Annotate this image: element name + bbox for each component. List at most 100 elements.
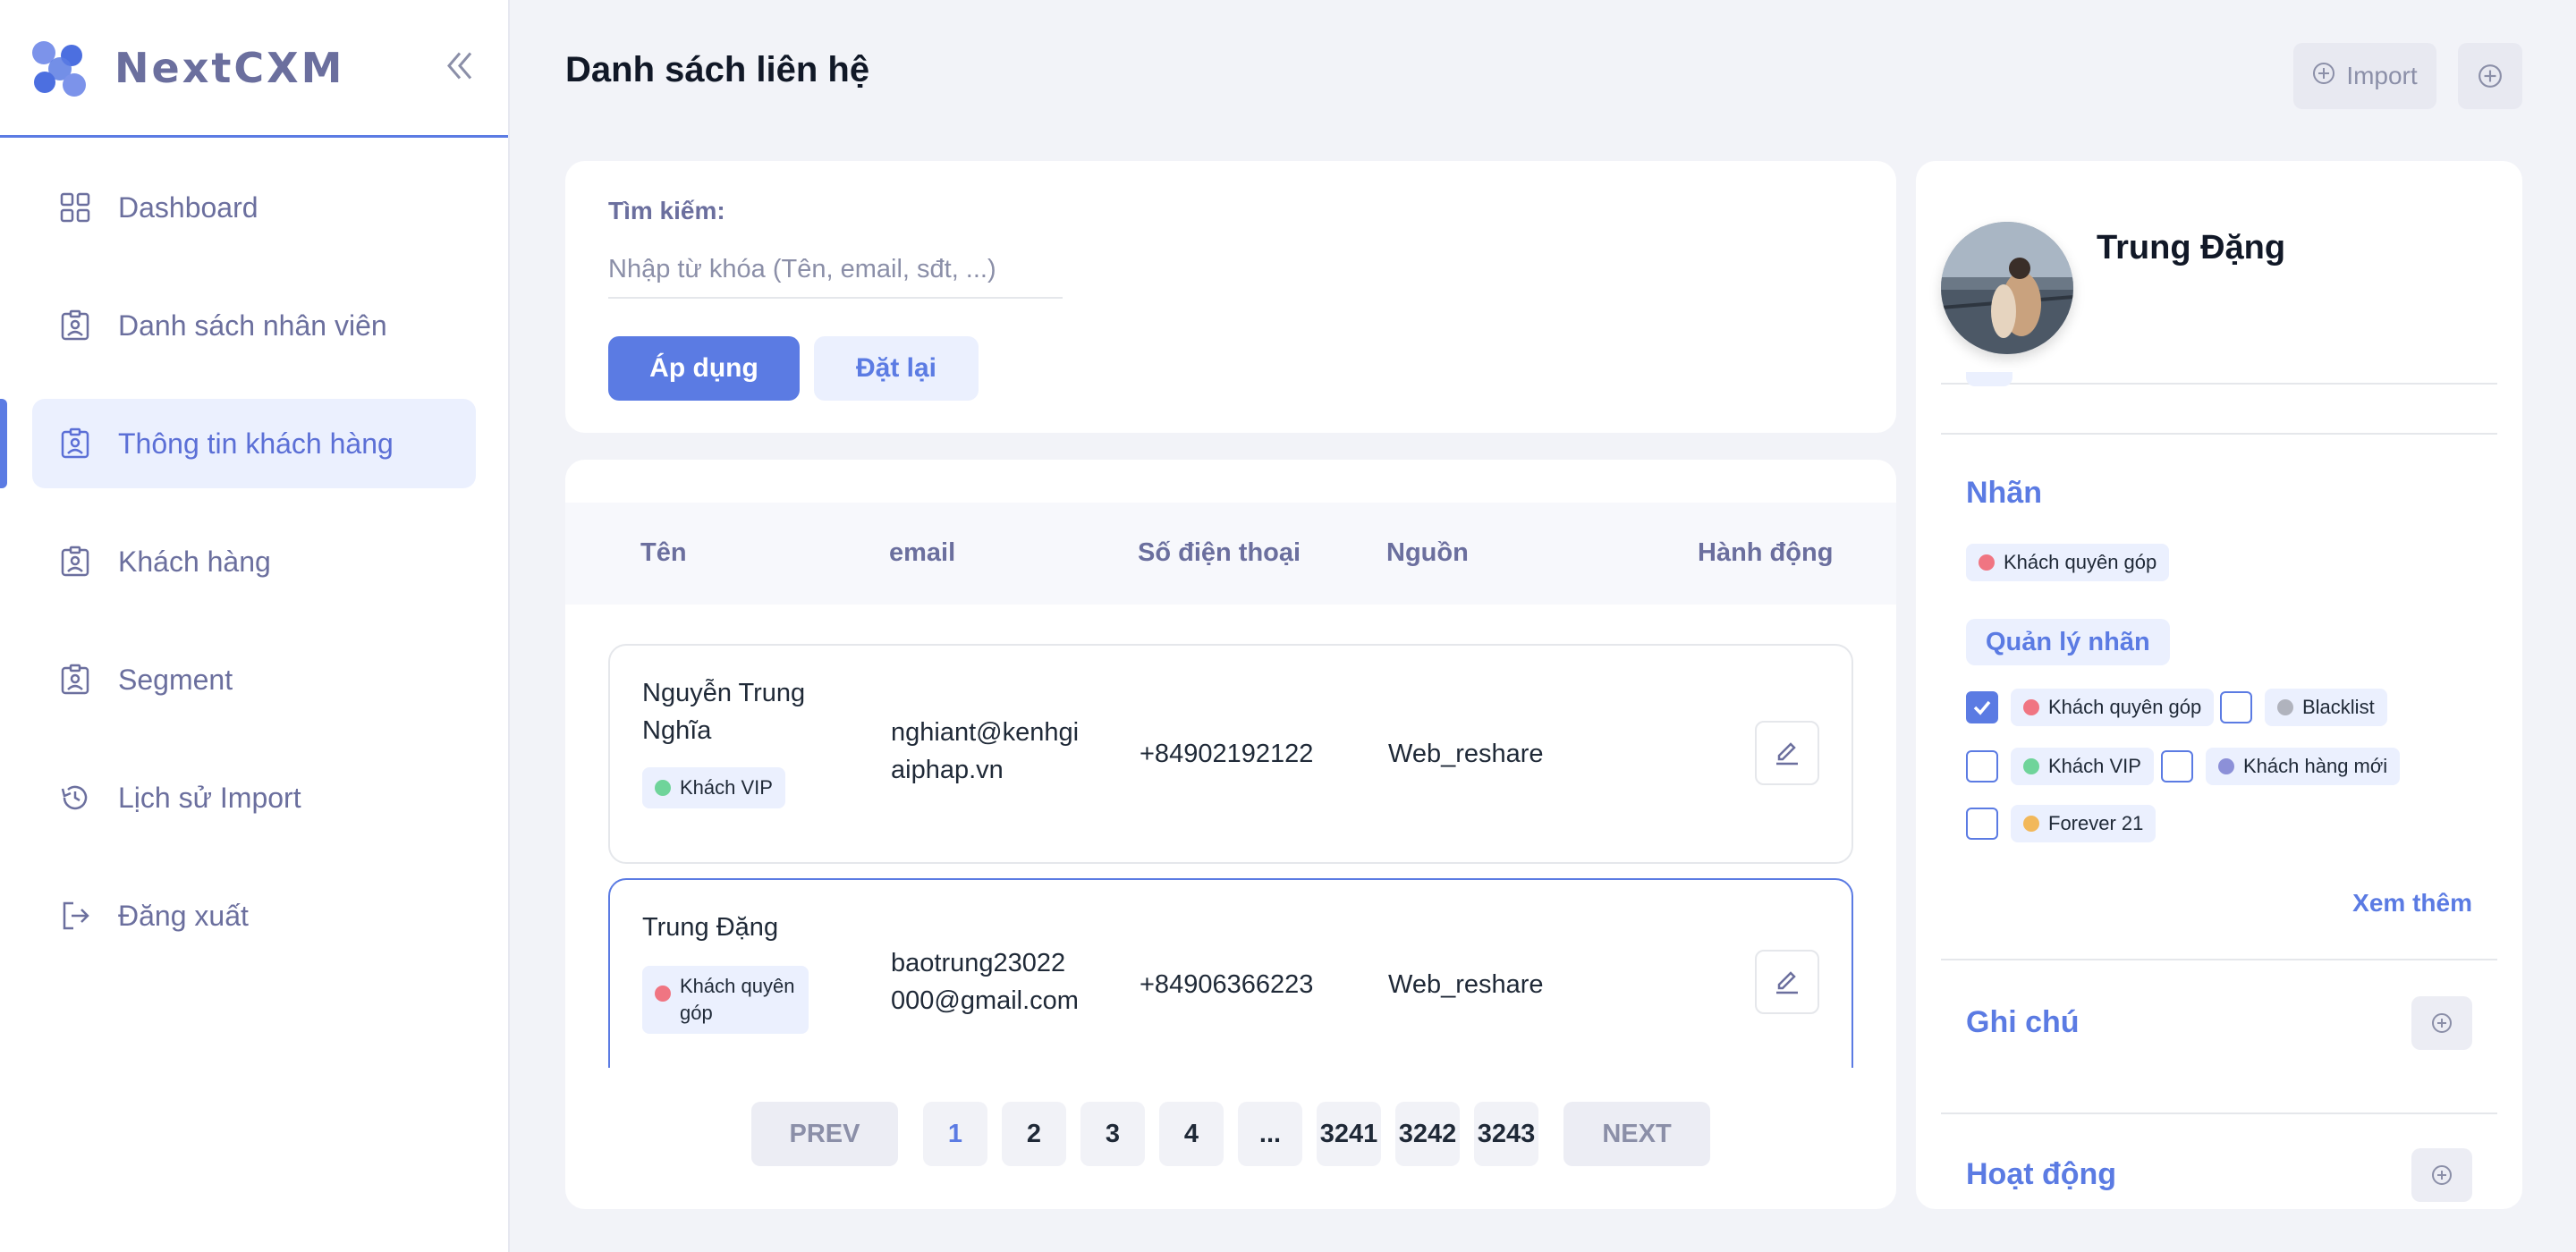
contact-source: Web_reshare <box>1388 740 1544 768</box>
tag-color-dot <box>2023 758 2039 774</box>
contact-tag-label: Khách VIP <box>680 776 773 799</box>
tag-color-dot <box>2023 816 2039 832</box>
label-option-text: Khách quyên góp <box>2048 696 2202 718</box>
see-more-link[interactable]: Xem thêm <box>2352 889 2472 918</box>
contact-detail-panel: Trung Đặng Nhãn Khách quyên góp Quản lý … <box>1916 161 2522 1209</box>
sidebar-nav: Dashboard Danh sách nhân viên Thông tin … <box>0 138 508 960</box>
pencil-icon <box>1776 971 1798 994</box>
page-button[interactable]: 3 <box>1080 1102 1145 1166</box>
sidebar-item-customers[interactable]: Khách hàng <box>32 517 476 606</box>
label-option[interactable]: Khách VIP <box>1966 748 2154 785</box>
page-button[interactable]: 3241 <box>1317 1102 1381 1166</box>
sidebar-item-logout[interactable]: Đăng xuất <box>32 871 476 960</box>
add-activity-button[interactable] <box>2411 1148 2472 1202</box>
label-option[interactable]: Forever 21 <box>1966 805 2157 842</box>
page-ellipsis[interactable]: ... <box>1238 1102 1302 1166</box>
search-input[interactable] <box>608 241 1063 299</box>
page-title: Danh sách liên hệ <box>565 50 870 89</box>
contact-email-line: 000@gmail.com <box>891 986 1079 1015</box>
next-page-button[interactable]: NEXT <box>1563 1102 1710 1166</box>
sidebar-item-dashboard[interactable]: Dashboard <box>32 163 476 252</box>
plus-circle-icon <box>2479 64 2502 88</box>
contact-email-line: aiphap.vn <box>891 756 1004 784</box>
tag-color-dot <box>655 986 671 1002</box>
sidebar-item-import-history[interactable]: Lịch sử Import <box>32 753 476 842</box>
label-option[interactable]: Khách hàng mới <box>2161 748 2401 785</box>
plus-circle-icon <box>2432 1013 2452 1033</box>
plus-circle-icon <box>2312 62 2335 91</box>
contact-phone: +84906366223 <box>1140 970 1314 999</box>
label-option-text: Forever 21 <box>2048 812 2144 834</box>
sidebar-item-employees[interactable]: Danh sách nhân viên <box>32 281 476 370</box>
badge-icon <box>57 308 93 343</box>
label-checkbox[interactable] <box>1966 750 1998 782</box>
tag-color-dot <box>2218 758 2234 774</box>
column-header-email: email <box>889 538 956 567</box>
collapsed-section-stub <box>1966 372 2012 386</box>
plus-circle-icon <box>2432 1165 2452 1185</box>
labels-section-title: Nhãn <box>1966 476 2042 510</box>
notes-section-title: Ghi chú <box>1966 1005 2080 1039</box>
manage-labels-button[interactable]: Quản lý nhãn <box>1966 619 2170 665</box>
label-option[interactable]: Blacklist <box>2220 689 2387 726</box>
page-button[interactable]: 1 <box>923 1102 987 1166</box>
import-button[interactable]: Import <box>2293 43 2436 109</box>
sidebar-item-label: Khách hàng <box>118 545 271 578</box>
sidebar-item-customer-info[interactable]: Thông tin khách hàng <box>0 399 476 488</box>
pencil-icon <box>1776 742 1798 766</box>
divider <box>1941 1112 2497 1114</box>
brand-logo-icon <box>30 39 88 97</box>
sidebar-item-label: Lịch sử Import <box>118 781 301 814</box>
badge-icon <box>57 544 93 579</box>
column-header-source: Nguồn <box>1386 538 1469 567</box>
brand-header: NextCXM <box>0 0 508 138</box>
contact-name: Nguyễn Trung Nghĩa <box>642 674 805 749</box>
apply-button[interactable]: Áp dụng <box>608 336 800 401</box>
add-note-button[interactable] <box>2411 996 2472 1050</box>
contact-name: Trung Đặng <box>642 909 778 946</box>
label-option-tag: Khách hàng mới <box>2206 748 2401 785</box>
label-checkbox[interactable] <box>1966 691 1998 723</box>
avatar <box>1941 222 2073 354</box>
history-icon <box>57 780 93 816</box>
edit-button[interactable] <box>1755 721 1819 785</box>
label-option-tag: Khách VIP <box>2011 748 2154 785</box>
label-option[interactable]: Khách quyên góp <box>1966 689 2215 726</box>
column-header-phone: Số điện thoại <box>1138 538 1301 567</box>
page-button[interactable]: 3242 <box>1395 1102 1460 1166</box>
table-row[interactable]: Trung Đặng Khách quyên góp baotrung23022… <box>608 878 1853 1068</box>
sidebar: NextCXM Dashboard Danh sách nhân viên Th <box>0 0 510 1252</box>
label-option-text: Blacklist <box>2302 696 2375 718</box>
collapse-sidebar-button[interactable] <box>444 43 476 92</box>
table-row[interactable]: Nguyễn Trung Nghĩa Khách VIP nghiant@ken… <box>608 644 1853 864</box>
assigned-label-text: Khách quyên góp <box>2004 551 2157 573</box>
contact-name-line: Nguyễn Trung <box>642 679 806 707</box>
page-button[interactable]: 2 <box>1002 1102 1066 1166</box>
sidebar-item-segment[interactable]: Segment <box>32 635 476 724</box>
divider <box>1941 959 2497 960</box>
page-button[interactable]: 4 <box>1159 1102 1224 1166</box>
check-icon <box>1973 700 1991 715</box>
brand-name: NextCXM <box>114 43 345 92</box>
search-card: Tìm kiếm: Áp dụng Đặt lại <box>565 161 1896 433</box>
contacts-table-card: Tên email Số điện thoại Nguồn Hành động … <box>565 460 1896 1209</box>
contact-email-line: baotrung23022 <box>891 949 1066 977</box>
label-option-tag: Forever 21 <box>2011 805 2157 842</box>
contact-email: nghiant@kenhgi aiphap.vn <box>891 714 1079 789</box>
contact-name-line: Trung Đặng <box>642 913 779 942</box>
label-checkbox[interactable] <box>2161 750 2193 782</box>
tag-color-dot <box>2277 699 2293 715</box>
logout-icon <box>57 898 93 934</box>
reset-button[interactable]: Đặt lại <box>814 336 979 401</box>
label-checkbox[interactable] <box>1966 808 1998 840</box>
column-header-actions: Hành động <box>1698 538 1834 567</box>
prev-page-button[interactable]: PREV <box>751 1102 898 1166</box>
sidebar-item-label: Thông tin khách hàng <box>118 427 394 460</box>
contact-name-line: Nghĩa <box>642 716 712 745</box>
label-checkbox[interactable] <box>2220 691 2252 723</box>
add-contact-button[interactable] <box>2458 43 2522 109</box>
edit-button[interactable] <box>1755 950 1819 1014</box>
contact-source: Web_reshare <box>1388 970 1544 999</box>
page-button[interactable]: 3243 <box>1474 1102 1538 1166</box>
sidebar-item-label: Segment <box>118 663 233 696</box>
